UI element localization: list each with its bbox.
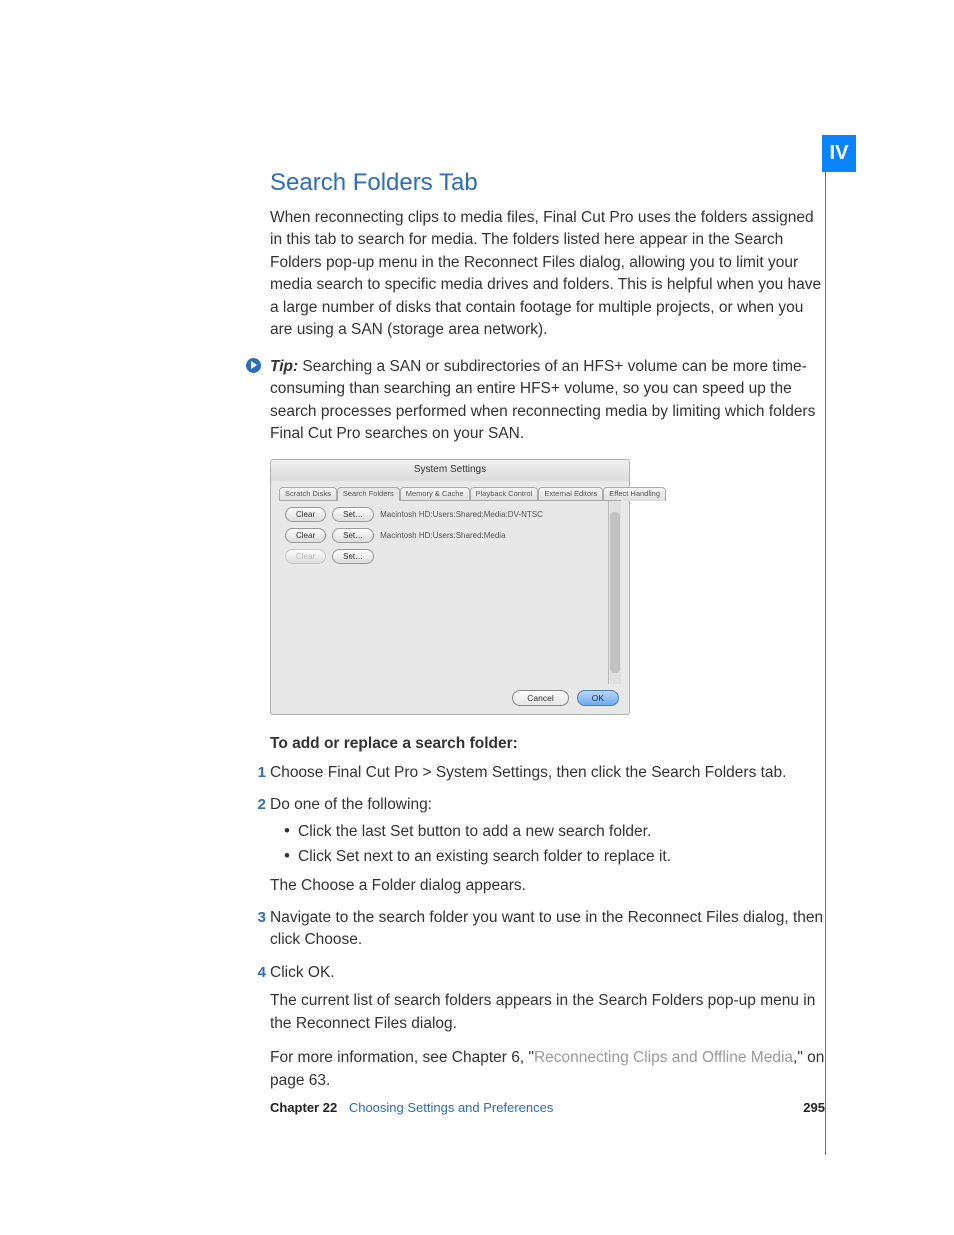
procedure-heading: To add or replace a search folder: <box>270 733 825 755</box>
tip-icon <box>246 358 261 373</box>
step-text: Choose Final Cut Pro > System Settings, … <box>270 764 786 781</box>
folder-path: Macintosh HD:Users:Shared:Media:DV-NTSC <box>380 509 543 521</box>
bullet-item: Click the last Set button to add a new s… <box>284 821 825 843</box>
sub-bullets: Click the last Set button to add a new s… <box>284 821 825 869</box>
section-heading: Search Folders Tab <box>270 166 825 201</box>
step-3: Navigate to the search folder you want t… <box>270 907 825 962</box>
window-pane: Clear Set… Macintosh HD:Users:Shared:Med… <box>279 500 621 684</box>
tip-label: Tip: <box>270 358 298 375</box>
result-paragraph: The current list of search folders appea… <box>270 990 825 1035</box>
step-4: Click OK. The current list of search fol… <box>270 962 825 1114</box>
folder-row: Clear Set… <box>285 549 615 564</box>
set-button[interactable]: Set… <box>332 507 374 522</box>
step-2: Do one of the following: Click the last … <box>270 794 825 907</box>
chapter-title: Choosing Settings and Preferences <box>349 1100 554 1115</box>
step-text: Navigate to the search folder you want t… <box>270 909 823 948</box>
tip-text: Tip: Searching a SAN or subdirectories o… <box>270 356 825 446</box>
folder-row: Clear Set… Macintosh HD:Users:Shared:Med… <box>285 507 615 522</box>
clear-button[interactable]: Clear <box>285 528 326 543</box>
tab-external-editors[interactable]: External Editors <box>538 487 603 501</box>
intro-paragraph: When reconnecting clips to media files, … <box>270 207 825 342</box>
tab-playback-control[interactable]: Playback Control <box>470 487 539 501</box>
tip-body: Searching a SAN or subdirectories of an … <box>270 358 815 442</box>
page-number: 295 <box>803 1100 825 1115</box>
tab-scratch-disks[interactable]: Scratch Disks <box>279 487 337 501</box>
folder-row: Clear Set… Macintosh HD:Users:Shared:Med… <box>285 528 615 543</box>
window-title: System Settings <box>271 460 629 481</box>
clear-button: Clear <box>285 549 326 564</box>
page: IV Search Folders Tab When reconnecting … <box>0 0 954 1235</box>
chapter-number: Chapter 22 <box>270 1100 337 1115</box>
step-1: Choose Final Cut Pro > System Settings, … <box>270 762 825 794</box>
steps-list: Choose Final Cut Pro > System Settings, … <box>270 762 825 1115</box>
scrollbar[interactable] <box>608 501 621 684</box>
crossref-link[interactable]: Reconnecting Clips and Offline Media <box>534 1049 793 1066</box>
step-result: The Choose a Folder dialog appears. <box>270 875 825 897</box>
clear-button[interactable]: Clear <box>285 507 326 522</box>
set-button[interactable]: Set… <box>332 528 374 543</box>
tip-block: Tip: Searching a SAN or subdirectories o… <box>246 356 825 446</box>
crossref-paragraph: For more information, see Chapter 6, "Re… <box>270 1047 825 1092</box>
ok-button[interactable]: OK <box>577 690 619 706</box>
step-text: Do one of the following: <box>270 796 432 813</box>
tab-effect-handling[interactable]: Effect Handling <box>603 487 666 501</box>
footer-left: Chapter 22 Choosing Settings and Prefere… <box>270 1100 553 1115</box>
page-footer: Chapter 22 Choosing Settings and Prefere… <box>270 1100 825 1115</box>
window-tabs: Scratch Disks Search Folders Memory & Ca… <box>271 481 629 501</box>
cancel-button[interactable]: Cancel <box>512 690 568 706</box>
set-button[interactable]: Set… <box>332 549 374 564</box>
crossref-pre: For more information, see Chapter 6, " <box>270 1049 534 1066</box>
bullet-item: Click Set next to an existing search fol… <box>284 846 825 868</box>
tab-memory-cache[interactable]: Memory & Cache <box>400 487 470 501</box>
part-marker: IV <box>822 135 856 172</box>
right-edge-rule <box>825 135 826 1155</box>
tab-search-folders[interactable]: Search Folders <box>337 487 400 501</box>
folder-path: Macintosh HD:Users:Shared:Media <box>380 530 505 542</box>
window-footer: Cancel OK <box>271 684 629 714</box>
content-column: Search Folders Tab When reconnecting cli… <box>270 166 825 1114</box>
step-text: Click OK. <box>270 964 335 981</box>
system-settings-window: System Settings Scratch Disks Search Fol… <box>270 459 630 715</box>
